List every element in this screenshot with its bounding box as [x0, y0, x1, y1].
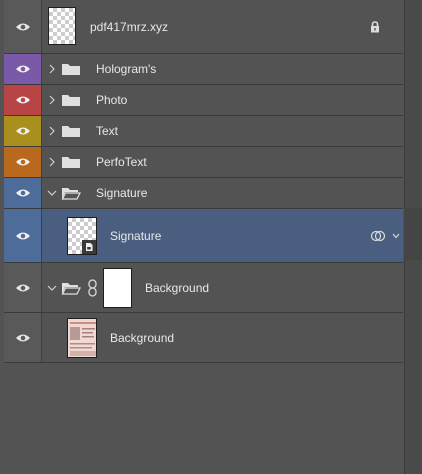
folder-icon [62, 64, 80, 75]
expand-caret-icon[interactable] [47, 95, 57, 105]
layer-name: Signature [96, 186, 148, 200]
smart-object-icon [82, 240, 96, 254]
visibility-toggle-signature-group[interactable] [4, 178, 42, 208]
eye-icon [15, 65, 30, 73]
expand-caret-icon[interactable] [47, 126, 57, 136]
eye-icon [15, 284, 30, 291]
layer-name: Background [145, 280, 210, 295]
folder-icon [62, 157, 80, 168]
visibility-toggle-holograms[interactable] [4, 54, 42, 84]
eye-icon [15, 334, 30, 341]
open-folder-icon [61, 188, 81, 200]
layer-name: Photo [96, 93, 128, 107]
open-folder-icon [61, 282, 81, 295]
document-scan-thumbnail [68, 319, 96, 357]
link-icon[interactable] [88, 279, 97, 297]
layer-thumbnail [48, 7, 76, 45]
layer-row-perfotext[interactable]: PerfoText [4, 147, 403, 178]
eye-icon [15, 23, 30, 30]
layer-name: Text [96, 124, 119, 138]
lock-icon [371, 21, 379, 33]
layer-name: PerfoText [96, 155, 147, 169]
eye-icon [15, 158, 30, 166]
visibility-toggle-background-group[interactable] [4, 263, 42, 312]
expand-caret-icon[interactable] [47, 64, 57, 74]
layer-row-text[interactable]: Text [4, 116, 403, 147]
chevron-down-icon[interactable] [392, 233, 400, 239]
layer-row-pdf417[interactable]: pdf417mrz.xyz [4, 0, 403, 54]
eye-icon [15, 127, 30, 135]
layer-mask-thumbnail[interactable] [103, 268, 132, 308]
expand-caret-icon[interactable] [47, 157, 57, 167]
layer-row-signature-selected[interactable]: Signature [4, 209, 403, 263]
folder-icon [62, 126, 80, 137]
eye-icon [15, 189, 30, 197]
collapse-caret-icon[interactable] [47, 188, 57, 198]
layer-row-background[interactable]: Background [4, 313, 403, 363]
layer-row-photo[interactable]: Photo [4, 85, 403, 116]
layer-name: Background [110, 330, 175, 345]
visibility-toggle-perfotext[interactable] [4, 147, 42, 177]
visibility-toggle-pdf417[interactable] [4, 0, 42, 53]
visibility-toggle-background[interactable] [4, 313, 42, 362]
blend-effects-icon[interactable] [370, 229, 386, 243]
collapse-caret-icon[interactable] [47, 283, 57, 293]
layer-thumbnail [67, 217, 97, 255]
layer-name: pdf417mrz.xyz [90, 19, 169, 34]
layer-name: Hologram's [96, 62, 157, 76]
layer-name: Signature [110, 228, 162, 243]
layer-row-signature-group[interactable]: Signature [4, 178, 403, 209]
layers-panel: pdf417mrz.xyz Hologram's Photo Text Perf… [0, 0, 422, 474]
eye-icon [15, 232, 30, 239]
layer-thumbnail [67, 318, 97, 358]
layer-row-holograms[interactable]: Hologram's [4, 54, 403, 85]
folder-icon [62, 95, 80, 106]
visibility-toggle-signature[interactable] [4, 209, 42, 262]
visibility-toggle-text[interactable] [4, 116, 42, 146]
layers-list: pdf417mrz.xyz Hologram's Photo Text Perf… [4, 0, 403, 363]
layer-row-background-group[interactable]: Background [4, 263, 403, 313]
visibility-toggle-photo[interactable] [4, 85, 42, 115]
scrollbar-thumb[interactable] [404, 208, 422, 260]
eye-icon [15, 96, 30, 104]
